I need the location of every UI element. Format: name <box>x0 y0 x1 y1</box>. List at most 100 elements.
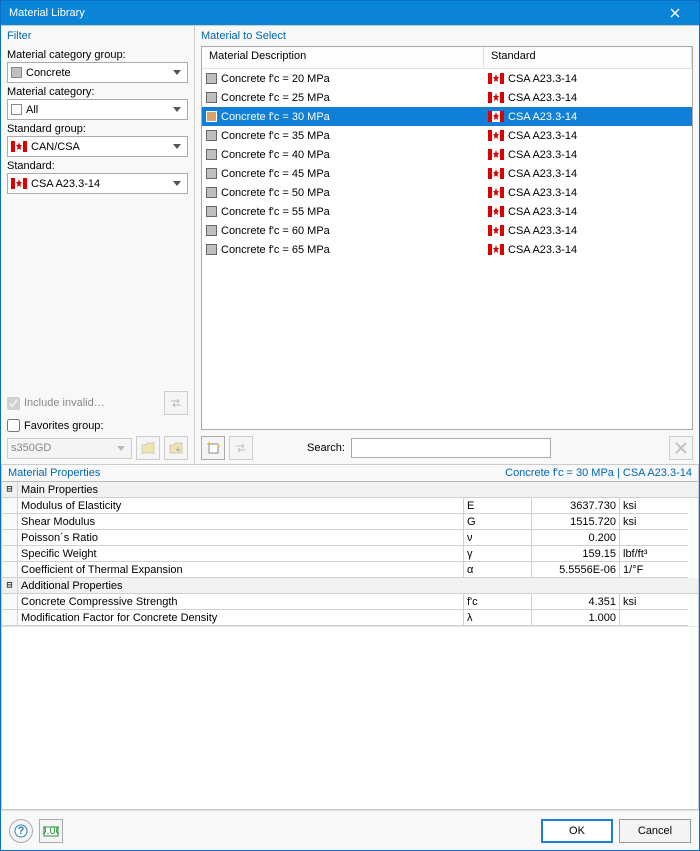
select-panel: Material to Select Material Description … <box>195 25 699 465</box>
material-list-row[interactable]: Concrete f'c = 45 MPaCSA A23.3-14 <box>202 164 692 183</box>
property-value[interactable]: 0.200 <box>532 530 620 546</box>
titlebar: Material Library <box>1 1 699 25</box>
clear-icon <box>675 442 687 454</box>
chevron-down-icon <box>169 70 185 75</box>
canada-flag-icon <box>11 141 27 152</box>
property-symbol: G <box>464 514 532 530</box>
category-group-select[interactable]: Concrete <box>7 62 188 83</box>
property-name: Modulus of Elasticity <box>18 498 464 514</box>
material-list-row[interactable]: Concrete f'c = 40 MPaCSA A23.3-14 <box>202 145 692 164</box>
canada-flag-icon <box>488 244 504 255</box>
material-list-row[interactable]: Concrete f'c = 50 MPa CSA A23.3-14 <box>202 183 692 202</box>
chevron-down-icon <box>113 446 129 451</box>
property-symbol: α <box>464 562 532 578</box>
list-headers: Material Description Standard <box>202 47 692 69</box>
ok-button[interactable]: OK <box>541 819 613 843</box>
material-desc: Concrete f'c = 65 MPa <box>221 244 330 256</box>
new-material-button[interactable] <box>201 436 225 460</box>
property-value[interactable]: 1515.720 <box>532 514 620 530</box>
material-standard: CSA A23.3-14 <box>508 187 577 199</box>
col-header-standard[interactable]: Standard <box>484 47 692 69</box>
standard-label: Standard: <box>7 160 188 172</box>
material-swatch-icon <box>206 225 217 236</box>
material-desc: Concrete f'c = 20 MPa <box>221 73 330 85</box>
filter-panel: Filter Material category group: Concrete… <box>1 25 195 465</box>
material-standard: CSA A23.3-14 <box>508 92 577 104</box>
category-label: Material category: <box>7 86 188 98</box>
cancel-button[interactable]: Cancel <box>619 819 691 843</box>
material-list-row[interactable]: Concrete f'c = 30 MPaCSA A23.3-14 <box>202 107 692 126</box>
property-value[interactable]: 159.15 <box>532 546 620 562</box>
favorites-checkbox[interactable] <box>7 419 20 432</box>
property-row: Modification Factor for Concrete Density… <box>2 610 698 626</box>
material-swatch-icon <box>206 73 217 84</box>
property-value[interactable]: 1.000 <box>532 610 620 626</box>
material-list-row[interactable]: Concrete f'c = 25 MPa CSA A23.3-14 <box>202 88 692 107</box>
open-folder-button <box>136 436 160 460</box>
units-button[interactable]: 0.00 <box>39 819 63 843</box>
group-toggle[interactable]: ⊟ <box>2 482 18 498</box>
property-row: Coefficient of Thermal Expansionα5.5556E… <box>2 562 698 578</box>
material-desc: Concrete f'c = 50 MPa <box>221 187 330 199</box>
material-list-row[interactable]: Concrete f'c = 60 MPaCSA A23.3-14 <box>202 221 692 240</box>
chevron-down-icon <box>169 144 185 149</box>
close-icon <box>670 8 680 18</box>
group-label: Additional Properties <box>18 578 698 594</box>
material-list: Material Description Standard Concrete f… <box>201 46 693 430</box>
canada-flag-icon <box>488 225 504 236</box>
material-swatch-icon <box>206 130 217 141</box>
material-list-row[interactable]: Concrete f'c = 20 MPaCSA A23.3-14 <box>202 69 692 88</box>
properties-title: Material Properties <box>8 467 505 479</box>
canada-flag-icon <box>488 149 504 160</box>
property-value[interactable]: 3637.730 <box>532 498 620 514</box>
material-standard: CSA A23.3-14 <box>508 149 577 161</box>
help-icon: ? <box>14 824 28 838</box>
search-label: Search: <box>307 442 345 454</box>
window-title: Material Library <box>9 7 655 19</box>
standard-select[interactable]: CSA A23.3-14 <box>7 173 188 194</box>
property-name: Specific Weight <box>18 546 464 562</box>
property-name: Shear Modulus <box>18 514 464 530</box>
property-name: Poisson´s Ratio <box>18 530 464 546</box>
property-row: Modulus of ElasticityE3637.730ksi <box>2 498 698 514</box>
standard-group-select[interactable]: CAN/CSA <box>7 136 188 157</box>
chevron-down-icon <box>169 107 185 112</box>
material-swatch-icon <box>206 111 217 122</box>
property-unit: ksi <box>620 498 688 514</box>
property-unit: ksi <box>620 594 688 610</box>
material-desc: Concrete f'c = 30 MPa <box>221 111 330 123</box>
group-toggle[interactable]: ⊟ <box>2 578 18 594</box>
group-label: Main Properties <box>18 482 698 498</box>
search-input[interactable] <box>351 438 551 458</box>
property-unit <box>620 530 688 546</box>
include-invalid-checkbox <box>7 397 20 410</box>
material-desc: Concrete f'c = 60 MPa <box>221 225 330 237</box>
material-swatch-icon <box>206 168 217 179</box>
canada-flag-icon <box>488 111 504 122</box>
material-desc: Concrete f'c = 55 MPa <box>221 206 330 218</box>
material-list-row[interactable]: Concrete f'c = 55 MPaCSA A23.3-14 <box>202 202 692 221</box>
property-row: Shear ModulusG1515.720ksi <box>2 514 698 530</box>
col-header-description[interactable]: Material Description <box>202 47 484 69</box>
material-swatch-icon <box>206 187 217 198</box>
chevron-down-icon <box>169 181 185 186</box>
category-select[interactable]: All <box>7 99 188 120</box>
all-swatch-icon <box>11 104 22 115</box>
material-swatch-icon <box>206 149 217 160</box>
material-desc: Concrete f'c = 45 MPa <box>221 168 330 180</box>
property-unit: ksi <box>620 514 688 530</box>
property-symbol: ν <box>464 530 532 546</box>
properties-panel: Material Properties Concrete f'c = 30 MP… <box>1 465 699 810</box>
property-value[interactable]: 5.5556E-06 <box>532 562 620 578</box>
help-button[interactable]: ? <box>9 819 33 843</box>
property-value[interactable]: 4.351 <box>532 594 620 610</box>
property-row: Poisson´s Ratioν0.200 <box>2 530 698 546</box>
bottom-bar: ? 0.00 OK Cancel <box>1 810 699 850</box>
material-desc: Concrete f'c = 25 MPa <box>221 92 330 104</box>
material-list-row[interactable]: Concrete f'c = 65 MPaCSA A23.3-14 <box>202 240 692 259</box>
favorites-select: s350GD <box>7 438 132 459</box>
close-button[interactable] <box>655 2 695 24</box>
property-symbol: λ <box>464 610 532 626</box>
units-icon: 0.00 <box>43 824 59 838</box>
material-list-row[interactable]: Concrete f'c = 35 MPaCSA A23.3-14 <box>202 126 692 145</box>
